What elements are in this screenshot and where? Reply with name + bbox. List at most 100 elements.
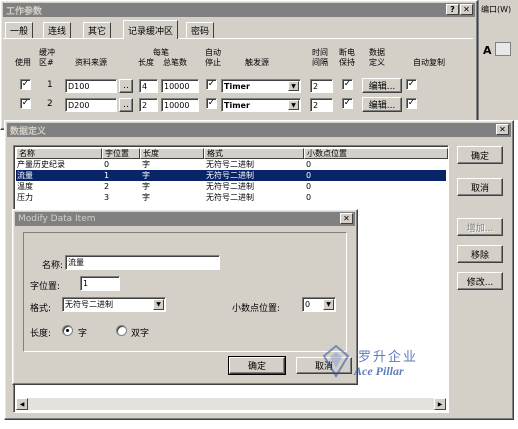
header-auto-stop-2: 停止 [205, 58, 221, 67]
menu-fragment[interactable]: 编口(W) [481, 4, 511, 15]
row1-edit-button[interactable]: 编辑... [362, 78, 402, 93]
item-position: 0 [104, 160, 110, 169]
list-item[interactable]: 压力 3 字 无符号二进制 0 [16, 192, 446, 203]
row1-interval-input[interactable]: 2 [310, 79, 333, 93]
font-bold-icon[interactable]: A [483, 44, 492, 57]
data-def-titlebar[interactable]: 数据定义 ✕ [7, 123, 511, 137]
length-dword-label[interactable]: 双字 [131, 326, 149, 339]
row1-source-browse-button[interactable]: .. [119, 79, 133, 93]
position-label: 字位置: [30, 282, 61, 292]
row1-length-input[interactable]: 4 [139, 79, 158, 93]
horizontal-scrollbar[interactable]: ◀ ▶ [16, 398, 446, 410]
row2-number: 2 [47, 99, 53, 109]
format-label: 格式: [30, 304, 52, 314]
header-power-hold-2: 保持 [339, 58, 355, 67]
modify-titlebar[interactable]: Modify Data Item ✕ [15, 212, 355, 226]
item-name: 产量历史纪录 [17, 160, 65, 169]
length-word-label[interactable]: 字 [78, 326, 87, 339]
tab-record-buffer[interactable]: 记录缓冲区 [123, 20, 179, 39]
row2-trigger-value: Timer [224, 100, 250, 110]
list-item-selected[interactable]: 流量 1 字 无符号二进制 0 [16, 170, 446, 181]
row2-source-input[interactable]: D200 [65, 98, 117, 112]
tab-other[interactable]: 其它 [83, 22, 112, 38]
modify-ok-button[interactable]: 确定 [228, 356, 286, 375]
chevron-down-icon[interactable]: ▼ [323, 299, 334, 310]
help-button[interactable]: ? [446, 4, 459, 15]
scroll-right-icon[interactable]: ▶ [434, 398, 446, 410]
row1-auto-stop-checkbox[interactable]: ✓ [206, 79, 217, 90]
row1-use-checkbox[interactable]: ✓ [20, 79, 31, 90]
close-button[interactable]: ✕ [496, 124, 509, 135]
list-item[interactable]: 温度 2 字 无符号二进制 0 [16, 181, 446, 192]
column-label: 字位置 [105, 149, 129, 158]
tab-panel-border [3, 38, 473, 39]
ace-pillar-logo-mark [322, 344, 350, 378]
row1-trigger-value: Timer [224, 81, 250, 91]
row1-auto-copy-checkbox[interactable]: ✓ [406, 79, 417, 90]
row1-trigger-select[interactable]: Timer ▼ [221, 79, 301, 93]
header-auto-copy: 自动复制 [413, 58, 445, 67]
row2-use-checkbox[interactable]: ✓ [20, 98, 31, 109]
row2-source-browse-button[interactable]: .. [119, 98, 133, 112]
row2-auto-copy-checkbox[interactable]: ✓ [406, 98, 417, 109]
decimal-select[interactable]: 0 ▼ [302, 297, 336, 312]
chevron-down-icon[interactable]: ▼ [153, 299, 164, 310]
tab-label: 一般 [10, 27, 29, 37]
tab-connection[interactable]: 连线 [43, 22, 72, 38]
list-item[interactable]: 产量历史纪录 0 字 无符号二进制 0 [16, 159, 446, 170]
position-input[interactable]: 1 [80, 276, 120, 291]
close-button[interactable]: ✕ [340, 213, 353, 224]
column-header-length[interactable]: 长度 [140, 148, 204, 159]
row2-auto-stop-checkbox[interactable]: ✓ [206, 98, 217, 109]
header-trigger: 触发源 [245, 58, 269, 67]
cancel-button[interactable]: 取消 [457, 178, 503, 196]
data-def-title: 数据定义 [10, 126, 47, 137]
work-params-titlebar[interactable]: 工作参数 ? ✕ [3, 3, 475, 17]
column-header-position[interactable]: 字位置 [102, 148, 140, 159]
scroll-left-icon[interactable]: ◀ [16, 398, 28, 410]
row1-power-hold-checkbox[interactable]: ✓ [342, 79, 353, 90]
item-position: 2 [104, 182, 110, 191]
name-input[interactable]: 流量 [65, 255, 220, 270]
row2-trigger-select[interactable]: Timer ▼ [221, 98, 301, 112]
ace-pillar-logo: 罗升企业 Ace Pillar [322, 342, 442, 382]
item-decimal: 0 [306, 182, 312, 191]
format-select[interactable]: 无符号二进制 ▼ [62, 297, 166, 312]
item-name: 压力 [17, 193, 33, 202]
row2-edit-button[interactable]: 编辑... [362, 97, 402, 112]
add-button[interactable]: 增加... [457, 218, 503, 236]
remove-button[interactable]: 移除 [457, 245, 503, 263]
column-header-name[interactable]: 名称 [16, 148, 102, 159]
ok-button[interactable]: 确定 [457, 146, 503, 164]
tab-password[interactable]: 密码 [186, 22, 215, 38]
header-buffer-2: 区# [39, 58, 54, 67]
item-length: 字 [142, 193, 150, 202]
column-header-decimal[interactable]: 小数点位置 [304, 148, 448, 159]
column-label: 小数点位置 [307, 149, 347, 158]
chevron-down-icon[interactable]: ▼ [288, 100, 299, 110]
row2-power-hold-checkbox[interactable]: ✓ [342, 98, 353, 109]
row2-length-input[interactable]: 2 [139, 98, 158, 112]
toolbar-separator [495, 42, 511, 56]
row2-total-input[interactable]: 10000 [161, 98, 199, 112]
item-position: 3 [104, 193, 110, 202]
close-button[interactable]: ✕ [460, 4, 473, 15]
column-header-format[interactable]: 格式 [204, 148, 304, 159]
header-power-hold-1: 断电 [339, 48, 355, 57]
length-word-radio[interactable] [62, 325, 73, 336]
header-per-record: 每笔 [153, 48, 169, 57]
header-source: 资料来源 [75, 58, 107, 67]
header-length: 长度 [138, 58, 154, 67]
tab-general[interactable]: 一般 [5, 22, 34, 38]
modify-button[interactable]: 修改... [457, 272, 503, 290]
header-auto-stop-1: 自动 [205, 48, 221, 57]
length-dword-radio[interactable] [116, 325, 127, 336]
row2-interval-input[interactable]: 2 [310, 98, 333, 112]
row1-source-input[interactable]: D100 [65, 79, 117, 93]
decimal-value: 0 [305, 300, 311, 309]
chevron-down-icon[interactable]: ▼ [288, 81, 299, 91]
format-value: 无符号二进制 [65, 300, 113, 309]
decimal-label: 小数点位置: [232, 304, 281, 314]
item-length: 字 [142, 171, 150, 180]
row1-total-input[interactable]: 10000 [161, 79, 199, 93]
